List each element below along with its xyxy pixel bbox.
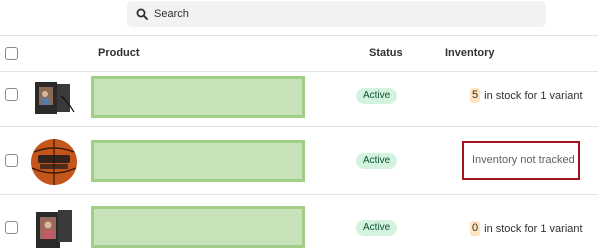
row-checkbox[interactable] (5, 88, 18, 101)
inventory-cell: 0 in stock for 1 variant (470, 221, 583, 236)
divider (0, 71, 598, 72)
select-all-checkbox[interactable] (5, 47, 18, 60)
product-name-redacted (91, 140, 305, 182)
column-header-status[interactable]: Status (369, 47, 403, 59)
inventory-quantity: 0 (470, 221, 481, 236)
column-header-inventory[interactable]: Inventory (445, 47, 495, 59)
status-badge: Active (356, 153, 398, 169)
search-bar[interactable] (127, 1, 546, 27)
product-thumbnail[interactable] (30, 76, 76, 121)
divider (0, 194, 598, 195)
product-name-redacted (91, 206, 305, 248)
inventory-text: in stock for 1 variant (484, 222, 583, 235)
inventory-text: in stock for 1 variant (484, 89, 583, 102)
search-input[interactable] (154, 8, 534, 20)
divider (0, 126, 598, 127)
status-badge: Active (356, 88, 398, 104)
inventory-text: Inventory not tracked (472, 154, 575, 166)
product-thumbnail[interactable] (30, 206, 76, 251)
column-header-product[interactable]: Product (98, 47, 140, 59)
status-badge: Active (356, 220, 398, 236)
product-thumbnail[interactable] (30, 138, 78, 189)
divider (0, 35, 598, 36)
search-icon (136, 8, 148, 20)
inventory-quantity: 5 (470, 88, 481, 103)
row-checkbox[interactable] (5, 221, 18, 234)
row-checkbox[interactable] (5, 154, 18, 167)
product-name-redacted (91, 76, 305, 118)
inventory-cell: 5 in stock for 1 variant (470, 88, 583, 103)
